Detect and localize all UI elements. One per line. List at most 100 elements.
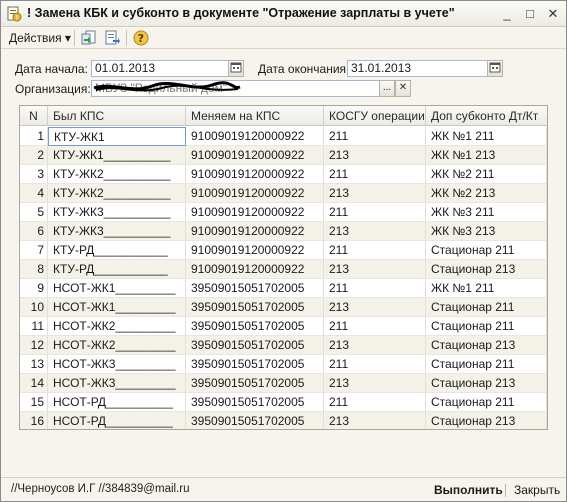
cell-new-kps[interactable]: 39509015051702005 — [186, 298, 324, 317]
cell-subkonto[interactable]: Стационар 213 — [426, 336, 547, 355]
cell-subkonto[interactable]: ЖК №3 211 — [426, 203, 547, 222]
cell-n[interactable]: 10 — [20, 298, 48, 317]
table-row[interactable]: 13 НСОТ-ЖК3_________ 39509015051702005 211 С… — [20, 355, 547, 374]
cell-kosgu[interactable]: 211 — [324, 393, 426, 412]
cell-kosgu[interactable]: 213 — [324, 298, 426, 317]
cell-n[interactable]: 11 — [20, 317, 48, 336]
cell-new-kps[interactable]: 91009019120000922 — [186, 222, 324, 241]
cell-new-kps[interactable]: 39509015051702005 — [186, 279, 324, 298]
cell-subkonto[interactable]: Стационар 211 — [426, 317, 547, 336]
cell-new-kps[interactable]: 39509015051702005 — [186, 317, 324, 336]
run-button[interactable]: Выполнить — [434, 483, 503, 497]
cell-old-kps[interactable]: КТУ-ЖК2__________ — [48, 184, 186, 203]
cell-old-kps[interactable]: НСОТ-ЖК3_________ — [48, 355, 186, 374]
cell-kosgu[interactable]: 213 — [324, 412, 426, 429]
table-row[interactable]: 12 НСОТ-ЖК2_________ 39509015051702005 213 С… — [20, 336, 547, 355]
cell-old-kps[interactable]: НСОТ-РД__________ — [48, 393, 186, 412]
table-row[interactable]: 9 НСОТ-ЖК1_________ 39509015051702005 211 ЖК… — [20, 279, 547, 298]
cell-new-kps[interactable]: 91009019120000922 — [186, 127, 324, 146]
calendar-icon[interactable] — [487, 60, 503, 77]
cell-kosgu[interactable]: 211 — [324, 127, 426, 146]
cell-subkonto[interactable]: ЖК №1 213 — [426, 146, 547, 165]
close-window-button[interactable]: ✕ — [544, 5, 562, 23]
cell-kosgu[interactable]: 211 — [324, 279, 426, 298]
cell-kosgu[interactable]: 211 — [324, 355, 426, 374]
minimize-button[interactable]: _ — [498, 5, 516, 23]
cell-n[interactable]: 15 — [20, 393, 48, 412]
cell-new-kps[interactable]: 91009019120000922 — [186, 203, 324, 222]
cell-kosgu[interactable]: 213 — [324, 374, 426, 393]
cell-new-kps[interactable]: 91009019120000922 — [186, 241, 324, 260]
cell-subkonto[interactable]: Стационар 213 — [426, 412, 547, 429]
table-row[interactable]: 7 КТУ-РД___________ 91009019120000922 211 Ст… — [20, 241, 547, 260]
cell-n[interactable]: 14 — [20, 374, 48, 393]
cell-old-kps[interactable]: НСОТ-ЖК1_________ — [48, 279, 186, 298]
cell-kosgu[interactable]: 211 — [324, 165, 426, 184]
cell-n[interactable]: 6 — [20, 222, 48, 241]
cell-n[interactable]: 5 — [20, 203, 48, 222]
cell-n[interactable]: 13 — [20, 355, 48, 374]
cell-new-kps[interactable]: 91009019120000922 — [186, 165, 324, 184]
cell-old-kps[interactable]: КТУ-ЖК2__________ — [48, 165, 186, 184]
document-export-icon[interactable] — [103, 29, 121, 47]
cell-kosgu[interactable]: 213 — [324, 336, 426, 355]
cell-old-kps[interactable]: НСОТ-ЖК2_________ — [48, 317, 186, 336]
date-end-field[interactable]: 31.01.2013 — [347, 60, 488, 77]
cell-old-kps[interactable]: НСОТ-ЖК3_________ — [48, 374, 186, 393]
cell-kosgu[interactable]: 211 — [324, 317, 426, 336]
title-bar[interactable]: ! ! Замена КБК и субконто в документе "О… — [1, 1, 566, 27]
organization-clear-button[interactable]: ✕ — [395, 80, 411, 97]
cell-n[interactable]: 12 — [20, 336, 48, 355]
calendar-icon[interactable] — [228, 60, 244, 77]
cell-new-kps[interactable]: 39509015051702005 — [186, 412, 324, 429]
cell-subkonto[interactable]: ЖК №2 211 — [426, 165, 547, 184]
cell-subkonto[interactable]: ЖК №3 213 — [426, 222, 547, 241]
cell-subkonto[interactable]: ЖК №1 211 — [426, 279, 547, 298]
column-header-subkonto[interactable]: Доп субконто Дт/Кт — [426, 106, 547, 126]
table-row[interactable]: 5 КТУ-ЖК3__________ 91009019120000922 211 ЖК… — [20, 203, 547, 222]
column-header-old-kps[interactable]: Был КПС — [48, 106, 186, 126]
column-header-new-kps[interactable]: Меняем на КПС — [186, 106, 324, 126]
table-row[interactable]: 11 НСОТ-ЖК2_________ 39509015051702005 211 С… — [20, 317, 547, 336]
table-row[interactable]: 6 КТУ-ЖК3__________ 91009019120000922 213 ЖК… — [20, 222, 547, 241]
date-start-field[interactable]: 01.01.2013 — [91, 60, 229, 77]
cell-subkonto[interactable]: ЖК №1 211 — [426, 127, 547, 146]
cell-n[interactable]: 8 — [20, 260, 48, 279]
cell-old-kps[interactable]: НСОТ-РД__________ — [48, 412, 186, 429]
cell-new-kps[interactable]: 91009019120000922 — [186, 184, 324, 203]
cell-subkonto[interactable]: Стационар 213 — [426, 374, 547, 393]
cell-kosgu[interactable]: 211 — [324, 203, 426, 222]
table-row[interactable]: 4 КТУ-ЖК2__________ 91009019120000922 213 ЖК… — [20, 184, 547, 203]
cell-n[interactable]: 2 — [20, 146, 48, 165]
cell-new-kps[interactable]: 91009019120000922 — [186, 260, 324, 279]
cell-new-kps[interactable]: 39509015051702005 — [186, 355, 324, 374]
table-row[interactable]: 2 КТУ-ЖК1__________ 91009019120000922 213 ЖК… — [20, 146, 547, 165]
cell-n[interactable]: 4 — [20, 184, 48, 203]
cell-new-kps[interactable]: 39509015051702005 — [186, 336, 324, 355]
cell-new-kps[interactable]: 91009019120000922 — [186, 146, 324, 165]
help-icon[interactable]: ? — [132, 29, 150, 47]
cell-subkonto[interactable]: Стационар 211 — [426, 355, 547, 374]
replacement-table[interactable]: N Был КПС Меняем на КПС КОСГУ операции Д… — [19, 105, 548, 430]
table-row[interactable]: 16 НСОТ-РД__________ 39509015051702005 213 С… — [20, 412, 547, 429]
cell-old-kps[interactable]: КТУ-ЖК3__________ — [48, 222, 186, 241]
organization-select-button[interactable]: ... — [379, 80, 395, 97]
cell-n[interactable]: 16 — [20, 412, 48, 429]
cell-new-kps[interactable]: 39509015051702005 — [186, 393, 324, 412]
cell-subkonto[interactable]: Стационар 211 — [426, 241, 547, 260]
cell-n[interactable]: 7 — [20, 241, 48, 260]
cell-old-kps[interactable]: КТУ-ЖК1__________ — [48, 146, 186, 165]
cell-n[interactable]: 3 — [20, 165, 48, 184]
table-row[interactable]: 14 НСОТ-ЖК3_________ 39509015051702005 213 С… — [20, 374, 547, 393]
cell-subkonto[interactable]: ЖК №2 213 — [426, 184, 547, 203]
column-header-n[interactable]: N — [20, 106, 48, 126]
cell-old-kps[interactable]: КТУ-ЖК3__________ — [48, 203, 186, 222]
cell-new-kps[interactable]: 39509015051702005 — [186, 374, 324, 393]
table-row[interactable]: 8 КТУ-РД___________ 91009019120000922 213 Ст… — [20, 260, 547, 279]
cell-old-kps[interactable]: НСОТ-ЖК2_________ — [48, 336, 186, 355]
cell-kosgu[interactable]: 211 — [324, 241, 426, 260]
column-header-kosgu[interactable]: КОСГУ операции — [324, 106, 426, 126]
table-row[interactable]: 1 КТУ-ЖК1 91009019120000922 211 ЖК №1 211 — [20, 127, 547, 146]
table-row[interactable]: 3 КТУ-ЖК2__________ 91009019120000922 211 ЖК… — [20, 165, 547, 184]
cell-old-kps[interactable]: КТУ-РД___________ — [48, 260, 186, 279]
